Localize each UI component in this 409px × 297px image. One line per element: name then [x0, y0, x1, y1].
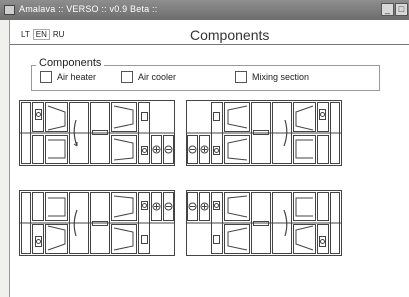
page-title: Components — [190, 27, 270, 43]
maximize-icon[interactable]: □ — [395, 3, 408, 16]
window-title: Amalava :: VERSO :: v0.9 Beta :: — [19, 4, 158, 14]
lang-lt[interactable]: LT — [19, 29, 32, 40]
lang-ru[interactable]: RU — [51, 29, 67, 40]
air-heater-option[interactable]: Air heater — [40, 71, 96, 83]
air-cooler-label: Air cooler — [138, 72, 177, 82]
lang-en[interactable]: EN — [32, 29, 50, 40]
mixing-section-option[interactable]: Mixing section — [235, 71, 309, 83]
minimize-icon[interactable]: _ — [381, 3, 394, 16]
header-divider — [10, 44, 409, 45]
app-icon — [4, 5, 15, 15]
air-cooler-option[interactable]: Air cooler — [121, 71, 176, 83]
components-group: Components Air heater Air cooler Mixing … — [31, 57, 380, 91]
unit-bottom-right[interactable] — [186, 190, 342, 256]
mixing-section-label: Mixing section — [252, 72, 310, 82]
title-bar: Amalava :: VERSO :: v0.9 Beta :: _ □ — [0, 0, 409, 20]
unit-bottom-left[interactable] — [19, 190, 175, 256]
mixing-section-checkbox[interactable] — [235, 71, 247, 83]
main-window: LT EN RU Components Components Air heater … — [9, 20, 409, 297]
unit-top-left[interactable] — [19, 100, 175, 166]
air-heater-checkbox[interactable] — [40, 71, 52, 83]
language-switcher: LT EN RU — [19, 29, 67, 40]
components-group-label: Components — [36, 57, 105, 69]
unit-top-right[interactable] — [186, 100, 342, 166]
air-cooler-checkbox[interactable] — [121, 71, 133, 83]
air-heater-label: Air heater — [57, 72, 97, 82]
